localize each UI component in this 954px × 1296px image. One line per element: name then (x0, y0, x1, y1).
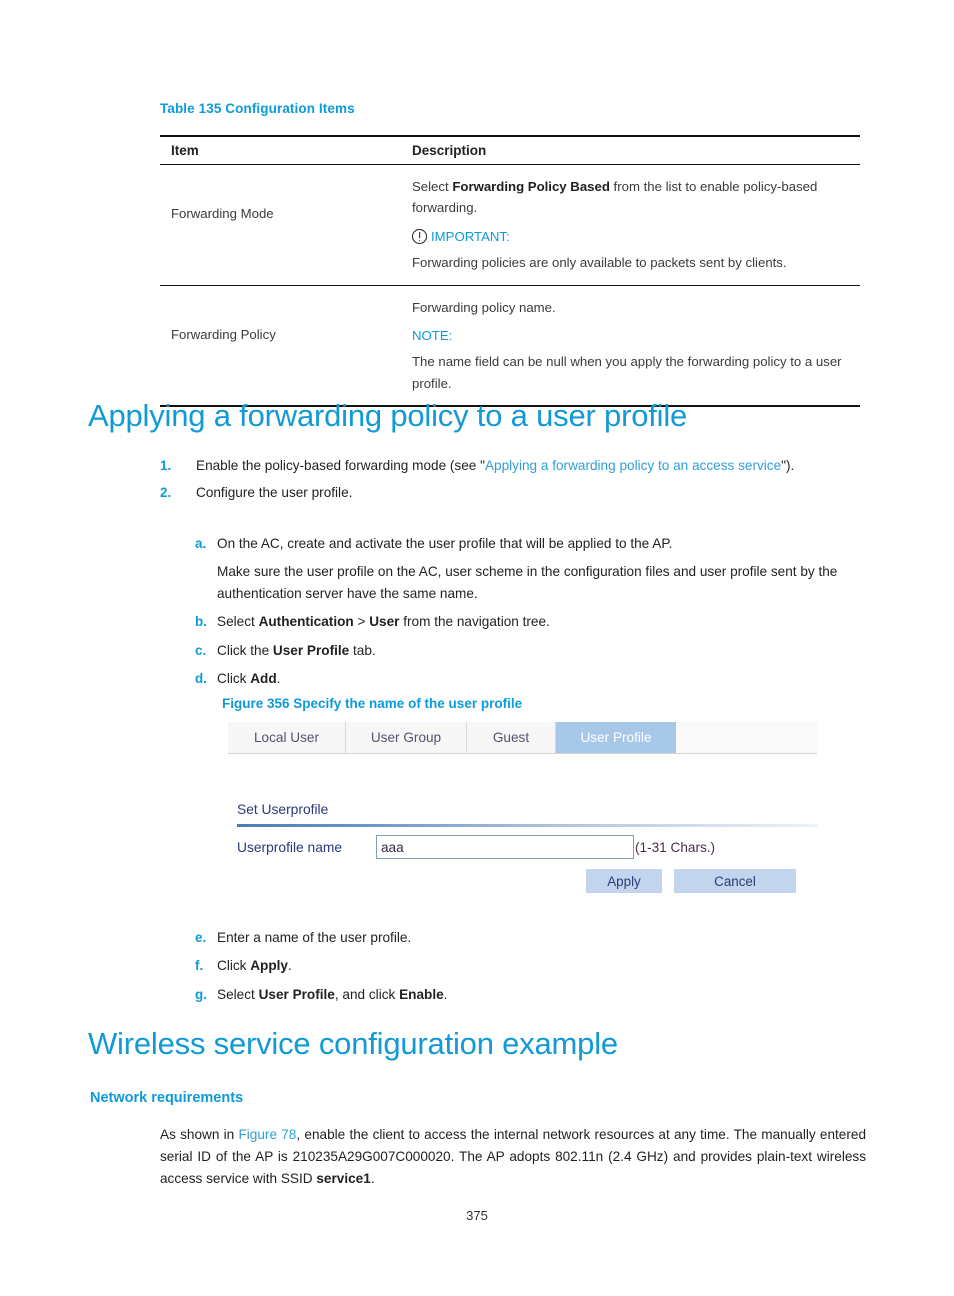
list-item: d. Click Add. (195, 668, 865, 689)
link-figure-78[interactable]: Figure 78 (238, 1127, 296, 1142)
bold-user: User (369, 614, 400, 630)
cancel-button[interactable]: Cancel (674, 869, 796, 893)
list-item: e. Enter a name of the user profile. (195, 927, 865, 948)
configuration-items-table: Item Description Forwarding Mode Select … (160, 135, 860, 407)
exclamation-circle-icon (412, 228, 427, 244)
description-lead: Forwarding policy name. (412, 299, 556, 315)
network-requirements-paragraph: As shown in Figure 78, enable the client… (160, 1127, 867, 1187)
list-item: b. Select Authentication > User from the… (195, 611, 865, 632)
figure-user-profile-screenshot: Local User User Group Guest User Profile… (228, 722, 817, 908)
userprofile-name-hint: (1-31 Chars.) (635, 839, 716, 855)
description-lead: Select Forwarding Policy Based from the … (412, 179, 818, 216)
list-marker: e. (195, 930, 207, 945)
form-section-divider (237, 824, 817, 828)
bold-user-profile: User Profile (272, 642, 350, 658)
column-header-description: Description (406, 135, 860, 165)
page-number: 375 (466, 1208, 488, 1223)
form-row-userprofile-name: Userprofile name (1-31 Chars.) (237, 835, 715, 859)
description-tail: The name field can be null when you appl… (412, 354, 842, 391)
bold-forwarding-policy-based: Forwarding Policy Based (452, 179, 610, 194)
list-item-text: Select Authentication > User from the na… (217, 614, 550, 630)
list-item: g. Select User Profile, and click Enable… (195, 984, 865, 1005)
list-marker: c. (195, 642, 207, 658)
bold-enable: Enable (399, 986, 444, 1002)
bold-apply: Apply (250, 958, 288, 974)
list-marker: g. (195, 986, 207, 1002)
table-header-row: Item Description (160, 135, 860, 165)
cell-description-forwarding-mode: Select Forwarding Policy Based from the … (406, 164, 860, 286)
list-marker: 1. (160, 458, 172, 473)
list-item-text: Enable the policy-based forwarding mode … (196, 458, 795, 473)
bold-service1: service1 (316, 1171, 371, 1187)
bold-user-profile: User Profile (258, 986, 335, 1002)
substep-paragraph: Make sure the user profile on the AC, us… (217, 564, 838, 601)
list-item-text: On the AC, create and activate the user … (217, 533, 865, 604)
list-item: 1. Enable the policy-based forwarding mo… (160, 455, 866, 476)
cell-item-forwarding-policy: Forwarding Policy (160, 285, 406, 407)
page-title-applying-forwarding-policy: Applying a forwarding policy to a user p… (88, 398, 688, 433)
bold-add: Add (250, 671, 277, 687)
list-item-text: Click the User Profile tab. (217, 642, 376, 658)
list-marker: b. (195, 614, 207, 630)
ordered-list-substeps-a-d: a. On the AC, create and activate the us… (195, 533, 865, 697)
ordered-list-main: 1. Enable the policy-based forwarding mo… (160, 455, 866, 506)
tab-bar: Local User User Group Guest User Profile (228, 722, 817, 754)
ordered-list-substeps-e-g: e. Enter a name of the user profile. f. … (195, 927, 865, 1012)
tab-bar-filler (676, 722, 817, 753)
tab-user-profile[interactable]: User Profile (556, 722, 676, 753)
list-item-text: Click Add. (217, 671, 281, 687)
bold-authentication: Authentication (258, 614, 354, 630)
table-row: Forwarding Mode Select Forwarding Policy… (160, 164, 860, 286)
tab-user-group[interactable]: User Group (346, 722, 467, 753)
item-label: Forwarding Policy (171, 326, 276, 342)
userprofile-name-label: Userprofile name (237, 839, 343, 855)
table-row: Forwarding Policy Forwarding policy name… (160, 285, 860, 407)
figure-caption: Figure 356 Specify the name of the user … (222, 696, 523, 711)
cell-item-forwarding-mode: Forwarding Mode (160, 164, 406, 286)
cell-description-forwarding-policy: Forwarding policy name. NOTE: The name f… (406, 285, 860, 407)
note-label: NOTE: (412, 327, 453, 343)
list-item: f. Click Apply. (195, 955, 865, 976)
document-page: Table 135 Configuration Items Item Descr… (0, 0, 954, 1296)
list-item: c. Click the User Profile tab. (195, 640, 865, 661)
list-item-text: Enter a name of the user profile. (217, 930, 412, 945)
table-caption: Table 135 Configuration Items (160, 101, 355, 116)
userprofile-name-input[interactable] (376, 835, 634, 859)
description-tail: Forwarding policies are only available t… (412, 255, 787, 271)
list-marker: f. (195, 958, 204, 974)
list-marker: a. (195, 536, 207, 551)
subheading-network-requirements: Network requirements (90, 1090, 244, 1106)
list-item-text: Select User Profile, and click Enable. (217, 986, 448, 1002)
link-applying-forwarding-policy-access-service[interactable]: Applying a forwarding policy to an acces… (485, 458, 781, 473)
important-admonition: IMPORTANT: (412, 226, 856, 247)
list-item-text: Click Apply. (217, 958, 292, 974)
item-label: Forwarding Mode (171, 206, 274, 222)
form-button-row: Apply Cancel (586, 869, 796, 893)
apply-button[interactable]: Apply (586, 869, 662, 893)
list-marker: 2. (160, 485, 172, 501)
list-item: a. On the AC, create and activate the us… (195, 533, 865, 604)
list-item: 2. Configure the user profile. (160, 482, 866, 503)
tab-guest[interactable]: Guest (467, 722, 556, 753)
tab-local-user[interactable]: Local User (228, 722, 346, 753)
important-label: IMPORTANT: (431, 228, 510, 244)
column-header-item: Item (160, 135, 406, 165)
page-title-wireless-service-example: Wireless service configuration example (88, 1026, 618, 1061)
form-section-title: Set Userprofile (237, 802, 329, 817)
list-marker: d. (195, 671, 207, 687)
list-item-text: Configure the user profile. (196, 485, 353, 501)
